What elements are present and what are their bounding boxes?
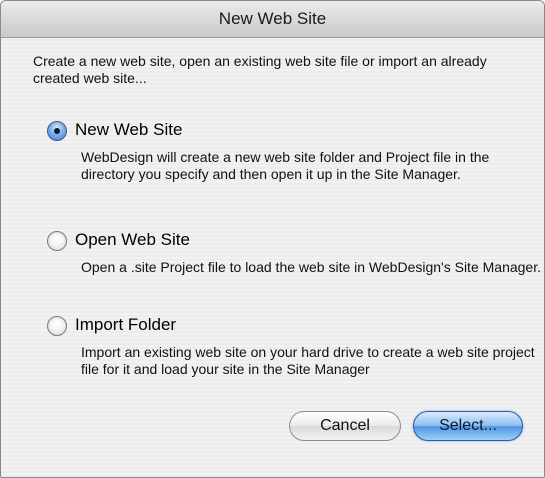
new-web-site-dialog: New Web Site Create a new web site, open… [0,0,545,478]
option-description-import-folder: Import an existing web site on your hard… [81,344,535,377]
intro-text: Create a new web site, open an existing … [33,53,487,86]
option-label-open-web-site[interactable]: Open Web Site [75,229,190,251]
radio-new-web-site[interactable] [47,121,67,141]
radio-import-folder[interactable] [47,316,67,336]
option-description-new-web-site: WebDesign will create a new web site fol… [81,149,490,182]
dialog-title: New Web Site [218,9,327,28]
title-bar[interactable]: New Web Site [1,1,544,38]
radio-selected-dot-icon [54,128,60,134]
option-label-import-folder[interactable]: Import Folder [75,314,176,336]
cancel-button[interactable]: Cancel [289,411,401,441]
option-description-open-web-site: Open a .site Project file to load the we… [81,259,541,275]
select-button[interactable]: Select... [413,411,523,441]
radio-open-web-site[interactable] [47,231,67,251]
option-label-new-web-site[interactable]: New Web Site [75,119,182,141]
